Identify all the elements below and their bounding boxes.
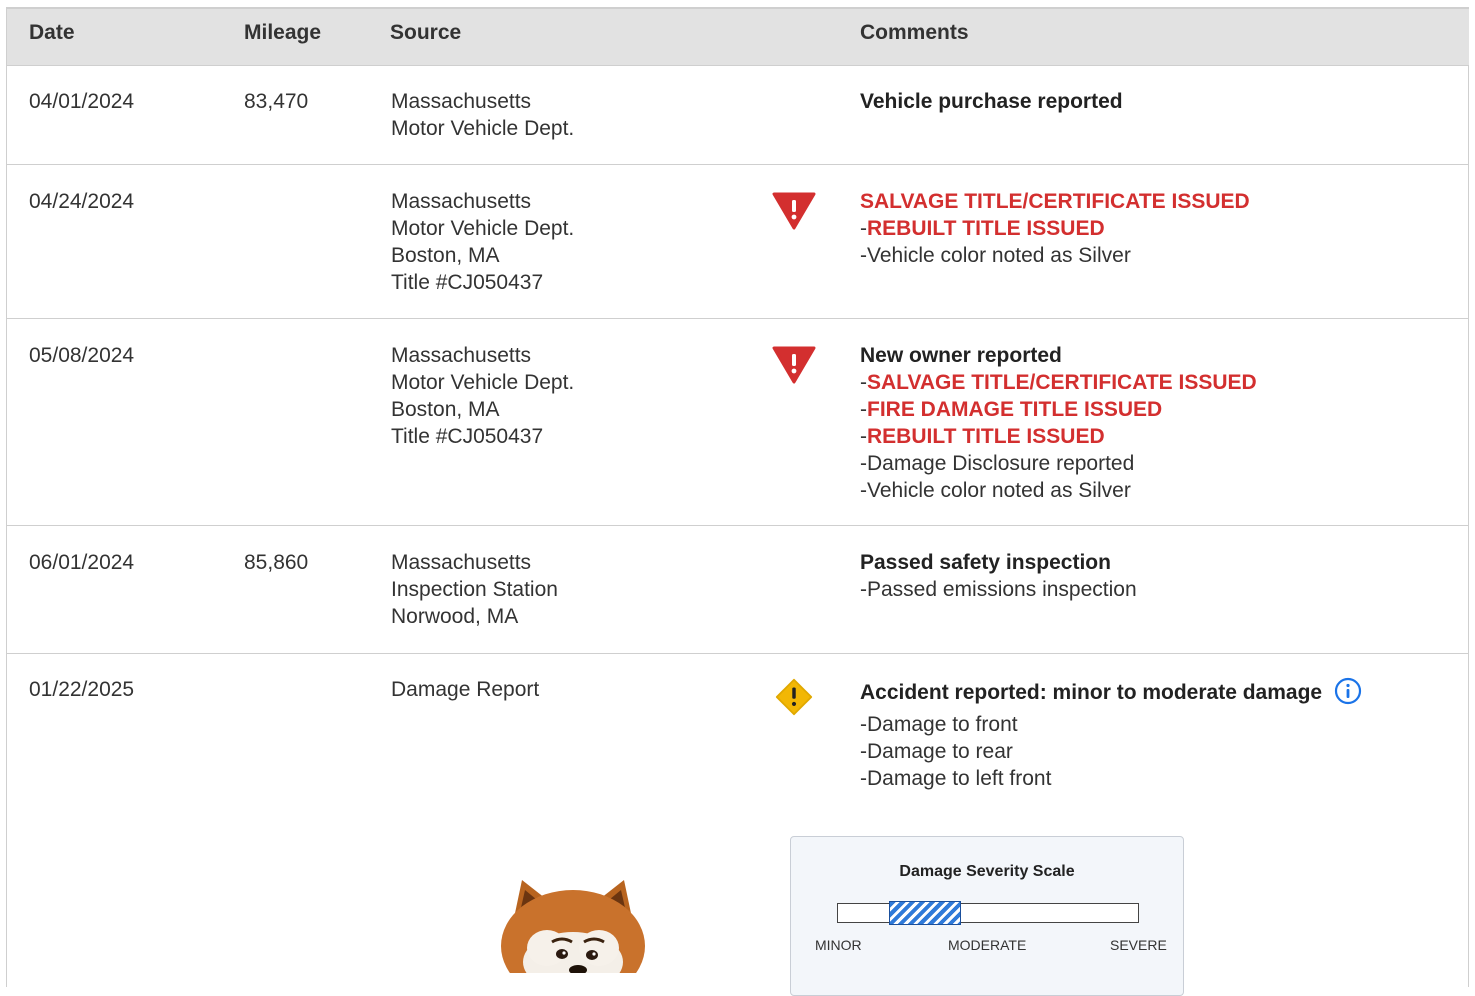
- header-mileage: Mileage: [244, 21, 322, 44]
- comment-item-text: FIRE DAMAGE TITLE ISSUED: [867, 398, 1163, 421]
- comment-dash: -: [860, 398, 867, 421]
- row-1-source: Massachusetts Motor Vehicle Dept.: [391, 88, 574, 142]
- row-3-date: 05/08/2024: [29, 344, 135, 367]
- comment-dash: -: [860, 479, 867, 502]
- row-divider: [7, 164, 1469, 165]
- header-date: Date: [29, 21, 75, 44]
- row-1-mileage: 83,470: [244, 90, 309, 113]
- source-line: Motor Vehicle Dept.: [391, 217, 575, 240]
- comment-dash: -: [860, 452, 867, 475]
- comment-item: -Passed emissions inspection: [860, 576, 1137, 603]
- row-2-comments: SALVAGE TITLE/CERTIFICATE ISSUED -REBUIL…: [860, 188, 1250, 269]
- row-2-source: Massachusetts Motor Vehicle Dept. Boston…: [391, 188, 574, 296]
- row-1-date: 04/01/2024: [29, 90, 135, 113]
- source-line: Massachusetts: [391, 551, 532, 574]
- comment-title: Accident reported: minor to moderate dam…: [860, 681, 1323, 704]
- row-3-comments: New owner reported -SALVAGE TITLE/CERTIF…: [860, 342, 1257, 504]
- source-line: Title #CJ050437: [391, 425, 544, 448]
- comment-dash: -: [860, 740, 867, 764]
- row-4-comments: Passed safety inspection -Passed emissio…: [860, 549, 1137, 603]
- comment-item: -REBUILT TITLE ISSUED: [860, 215, 1250, 242]
- comment-dash: -: [860, 217, 867, 240]
- comment-item: -Damage to left front: [860, 765, 1362, 792]
- comment-item: -SALVAGE TITLE/CERTIFICATE ISSUED: [860, 369, 1257, 396]
- row-4-source: Massachusetts Inspection Station Norwood…: [391, 549, 558, 630]
- info-circle-icon[interactable]: [1334, 677, 1362, 705]
- comment-dash: -: [860, 713, 867, 737]
- header-comments: Comments: [860, 21, 969, 44]
- row-divider: [7, 318, 1469, 319]
- comment-title-line: Accident reported: minor to moderate dam…: [860, 677, 1362, 707]
- source-line: Motor Vehicle Dept.: [391, 117, 575, 140]
- comment-item-text: SALVAGE TITLE/CERTIFICATE ISSUED: [867, 371, 1257, 394]
- comment-item-text: Damage to front: [867, 713, 1018, 737]
- comment-item: -Damage to rear: [860, 738, 1362, 765]
- source-line: Boston, MA: [391, 398, 500, 421]
- comment-item-text: Damage Disclosure reported: [867, 452, 1135, 475]
- comment-title: Vehicle purchase reported: [860, 90, 1123, 113]
- fox-mascot-icon: [501, 880, 645, 973]
- red-warning-triangle-icon: [772, 346, 816, 384]
- comment-item: -Damage to front: [860, 711, 1362, 738]
- comment-item-text: Damage to rear: [867, 740, 1013, 764]
- source-line: Motor Vehicle Dept.: [391, 371, 575, 394]
- source-line: Massachusetts: [391, 190, 532, 213]
- table-header: Date Mileage Source Comments: [7, 9, 1469, 66]
- source-line: Massachusetts: [391, 344, 532, 367]
- row-divider: [7, 653, 1469, 654]
- row-divider: [7, 525, 1469, 526]
- comment-item: -Damage Disclosure reported: [860, 450, 1257, 477]
- severity-range-fill: [889, 901, 961, 925]
- comment-title: SALVAGE TITLE/CERTIFICATE ISSUED: [860, 190, 1250, 213]
- row-5-date: 01/22/2025: [29, 678, 135, 701]
- comment-title: Passed safety inspection: [860, 551, 1111, 574]
- comment-title: New owner reported: [860, 344, 1062, 367]
- row-1-comments: Vehicle purchase reported: [860, 88, 1123, 115]
- yellow-warning-diamond-icon: [775, 678, 813, 716]
- source-line: Title #CJ050437: [391, 271, 544, 294]
- comment-item-text: REBUILT TITLE ISSUED: [867, 425, 1105, 448]
- source-line: Massachusetts: [391, 90, 532, 113]
- red-warning-triangle-icon: [772, 192, 816, 230]
- comment-item: -REBUILT TITLE ISSUED: [860, 423, 1257, 450]
- source-line: Boston, MA: [391, 244, 500, 267]
- source-line: Inspection Station: [391, 578, 558, 601]
- comment-dash: -: [860, 578, 867, 601]
- comment-item: -Vehicle color noted as Silver: [860, 477, 1257, 504]
- scale-label-moderate: MODERATE: [948, 937, 1027, 953]
- scale-label-severe: SEVERE: [1110, 937, 1167, 953]
- damage-severity-scale: Damage Severity Scale MINOR MODERATE SEV…: [790, 836, 1184, 996]
- row-3-source: Massachusetts Motor Vehicle Dept. Boston…: [391, 342, 574, 450]
- source-line: Norwood, MA: [391, 605, 519, 628]
- comment-item: -FIRE DAMAGE TITLE ISSUED: [860, 396, 1257, 423]
- row-4-date: 06/01/2024: [29, 551, 135, 574]
- scale-title: Damage Severity Scale: [899, 863, 1075, 880]
- comment-item: -Vehicle color noted as Silver: [860, 242, 1250, 269]
- comment-item-text: REBUILT TITLE ISSUED: [867, 217, 1105, 240]
- row-5-source: Damage Report: [391, 676, 539, 703]
- comment-item-text: Vehicle color noted as Silver: [867, 479, 1131, 502]
- header-source: Source: [390, 21, 462, 44]
- comment-item-text: Vehicle color noted as Silver: [867, 244, 1131, 267]
- scale-label-minor: MINOR: [815, 937, 862, 953]
- row-5-comments: Accident reported: minor to moderate dam…: [860, 677, 1362, 792]
- comment-item-text: Damage to left front: [867, 767, 1052, 791]
- comment-dash: -: [860, 371, 867, 394]
- row-2-date: 04/24/2024: [29, 190, 135, 213]
- comment-dash: -: [860, 244, 867, 267]
- severity-bar: [837, 901, 1139, 925]
- comment-item-text: Passed emissions inspection: [867, 578, 1137, 601]
- source-line: Damage Report: [391, 678, 540, 701]
- row-4-mileage: 85,860: [244, 551, 309, 574]
- comment-dash: -: [860, 425, 867, 448]
- comment-dash: -: [860, 767, 867, 791]
